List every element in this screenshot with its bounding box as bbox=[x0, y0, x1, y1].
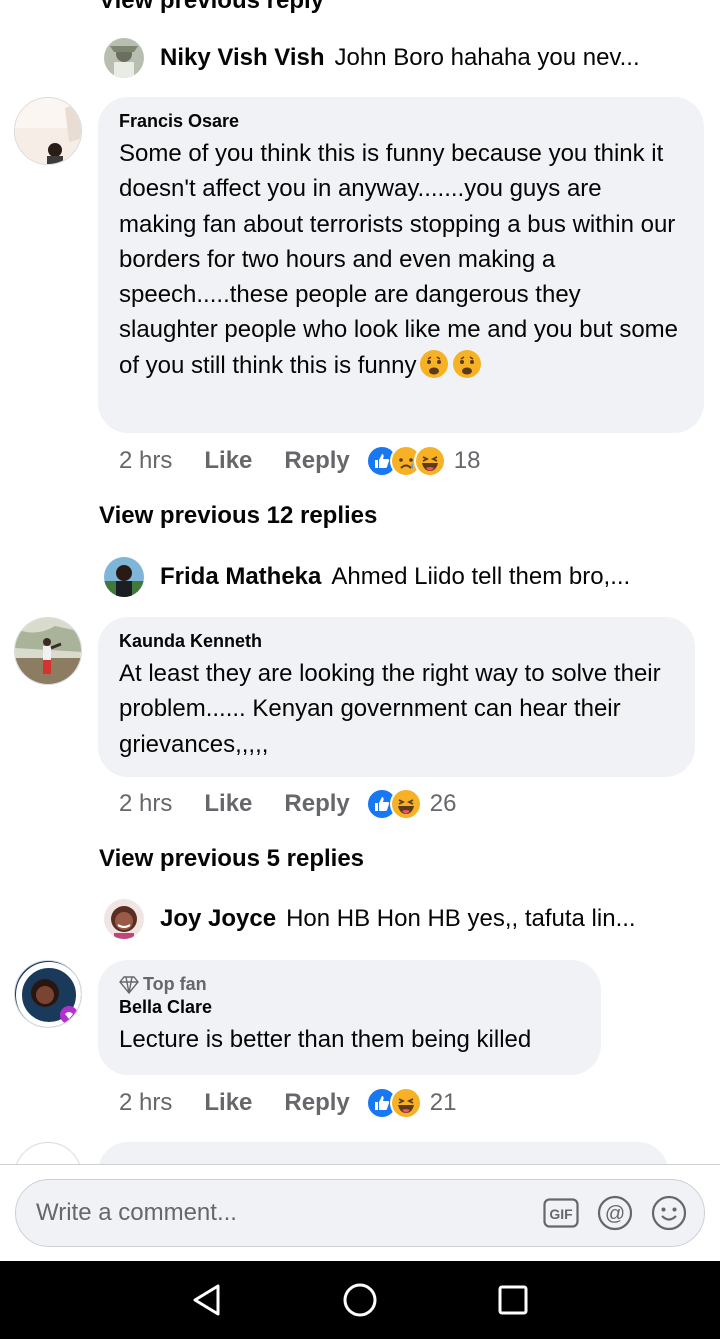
comment-text: Some of you think this is funny because … bbox=[119, 140, 679, 379]
reactions-summary[interactable]: 21 bbox=[365, 1087, 457, 1119]
comment-bubble[interactable]: Francis Osare Some of you think this is … bbox=[98, 97, 704, 433]
comment-bubble[interactable]: Kaunda Kenneth At least they are looking… bbox=[98, 617, 695, 777]
comment-text: Lecture is better than them being killed bbox=[119, 1026, 532, 1053]
mention-icon[interactable]: @ bbox=[596, 1194, 634, 1232]
reactions-summary[interactable]: 18 bbox=[365, 445, 481, 477]
recents-icon[interactable] bbox=[483, 1270, 543, 1330]
reaction-count: 18 bbox=[453, 447, 481, 474]
home-icon[interactable] bbox=[330, 1270, 390, 1330]
avatar[interactable] bbox=[14, 97, 82, 165]
reply-author-name[interactable]: Niky Vish Vish bbox=[160, 44, 325, 72]
avatar[interactable] bbox=[104, 899, 144, 939]
reply-text: Hon HB Hon HB yes,, tafuta lin... bbox=[286, 905, 636, 932]
sad-face-emoji-icon bbox=[420, 349, 449, 378]
reply-author-name[interactable]: Joy Joyce bbox=[160, 905, 276, 933]
avatar[interactable] bbox=[104, 557, 144, 597]
comment-input[interactable]: Write a comment... GIF @ bbox=[15, 1179, 705, 1247]
reply-author-name[interactable]: Frida Matheka bbox=[160, 563, 321, 591]
haha-icon bbox=[389, 1087, 422, 1119]
top-fan-badge: Top fan bbox=[119, 974, 580, 995]
haha-icon bbox=[389, 788, 422, 820]
comment-input-placeholder[interactable]: Write a comment... bbox=[36, 1199, 542, 1227]
comment-time[interactable]: 2 hrs bbox=[119, 1089, 172, 1117]
reply-text: Ahmed Liido tell them bro,... bbox=[331, 563, 631, 590]
like-button[interactable]: Like bbox=[204, 790, 252, 818]
comment-time[interactable]: 2 hrs bbox=[119, 447, 172, 475]
reply-button[interactable]: Reply bbox=[284, 1089, 349, 1117]
reaction-count: 21 bbox=[429, 1089, 457, 1116]
emoji-icon[interactable] bbox=[650, 1194, 688, 1232]
haha-icon bbox=[413, 445, 446, 477]
reply-button[interactable]: Reply bbox=[284, 790, 349, 818]
reply-text: John Boro hahaha you nev... bbox=[334, 44, 640, 71]
svg-text:@: @ bbox=[605, 1203, 625, 1225]
comment-meta: 2 hrs Like Reply 21 bbox=[119, 1085, 456, 1121]
reply-preview[interactable]: Frida Matheka Ahmed Liido tell them bro,… bbox=[104, 556, 630, 598]
back-icon[interactable] bbox=[177, 1270, 237, 1330]
top-fan-label: Top fan bbox=[143, 974, 207, 994]
reaction-count: 26 bbox=[429, 790, 457, 817]
avatar[interactable] bbox=[14, 960, 82, 1028]
comment-meta: 2 hrs Like Reply 18 bbox=[119, 443, 480, 479]
diamond-icon bbox=[119, 975, 139, 994]
reply-preview[interactable]: Joy Joyce Hon HB Hon HB yes,, tafuta lin… bbox=[104, 898, 636, 940]
comment-text: At least they are looking the right way … bbox=[119, 660, 661, 758]
avatar[interactable] bbox=[14, 617, 82, 685]
avatar[interactable] bbox=[14, 1142, 82, 1164]
comment-author-name[interactable]: Kaunda Kenneth bbox=[119, 631, 674, 652]
comments-list[interactable]: View previous reply Niky Vish Vish John … bbox=[0, 0, 720, 1164]
comment-time[interactable]: 2 hrs bbox=[119, 790, 172, 818]
comment-author-name[interactable]: Francis Osare bbox=[119, 111, 683, 132]
system-nav-bar bbox=[0, 1261, 720, 1339]
comment-composer: Write a comment... GIF @ bbox=[0, 1164, 720, 1261]
view-previous-replies-link[interactable]: View previous 5 replies bbox=[99, 845, 364, 873]
view-previous-replies-link[interactable]: View previous 12 replies bbox=[99, 502, 377, 530]
reply-button[interactable]: Reply bbox=[284, 447, 349, 475]
view-previous-replies-link[interactable]: View previous reply bbox=[99, 0, 324, 15]
comment-bubble[interactable]: Top fan Bella Clare Lecture is better th… bbox=[98, 960, 601, 1075]
comment-meta: 2 hrs Like Reply 26 bbox=[119, 786, 456, 822]
like-button[interactable]: Like bbox=[204, 447, 252, 475]
svg-text:GIF: GIF bbox=[549, 1206, 573, 1222]
avatar[interactable] bbox=[104, 38, 144, 78]
reactions-summary[interactable]: 26 bbox=[365, 788, 457, 820]
comment-bubble[interactable] bbox=[98, 1142, 668, 1164]
sad-face-emoji-icon bbox=[453, 349, 482, 378]
like-button[interactable]: Like bbox=[204, 1089, 252, 1117]
comment-author-name[interactable]: Bella Clare bbox=[119, 997, 580, 1018]
gif-icon[interactable]: GIF bbox=[542, 1194, 580, 1232]
reply-preview[interactable]: Niky Vish Vish John Boro hahaha you nev.… bbox=[104, 37, 640, 79]
